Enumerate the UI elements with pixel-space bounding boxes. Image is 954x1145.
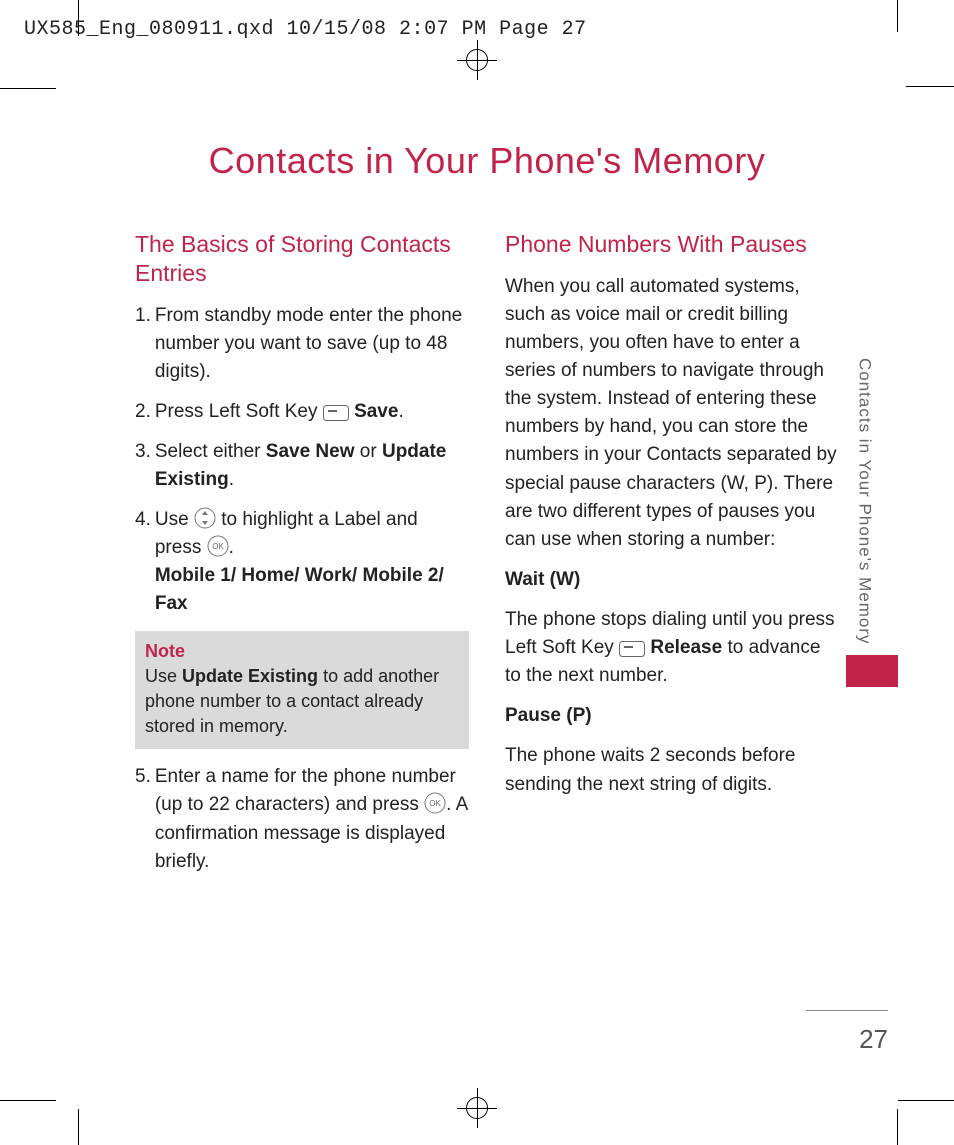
side-tab-bar bbox=[846, 655, 898, 687]
nav-key-icon bbox=[194, 507, 216, 529]
crop-mark bbox=[897, 1109, 898, 1145]
text: Enter a name for the phone number (up to… bbox=[155, 766, 456, 815]
step-number: 5. bbox=[135, 763, 151, 875]
text: Press Left Soft Key bbox=[155, 401, 323, 422]
step-number: 4. bbox=[135, 506, 151, 618]
step-text: Select either Save New or Update Existin… bbox=[155, 438, 469, 494]
svg-text:OK: OK bbox=[212, 542, 224, 551]
registration-mark-icon bbox=[457, 1088, 497, 1133]
bold-text: Update Existing bbox=[182, 666, 318, 686]
soft-key-icon bbox=[323, 405, 349, 421]
step-text: Use to highlight a Label and press OK . … bbox=[155, 506, 469, 618]
note-label: Note bbox=[145, 641, 185, 661]
text: . bbox=[229, 469, 234, 490]
step-text: From standby mode enter the phone number… bbox=[155, 302, 469, 386]
subheading-pause: Pause (P) bbox=[505, 705, 592, 726]
paragraph: The phone stops dialing until you press … bbox=[505, 606, 839, 690]
text: or bbox=[360, 441, 382, 462]
paragraph: The phone waits 2 seconds before sending… bbox=[505, 742, 839, 798]
step-number: 3. bbox=[135, 438, 151, 494]
ok-key-icon: OK bbox=[424, 792, 446, 814]
ok-key-icon: OK bbox=[207, 535, 229, 557]
crop-mark bbox=[906, 86, 954, 87]
bold-text: Release bbox=[650, 637, 722, 658]
crop-mark bbox=[898, 1100, 954, 1101]
svg-text:OK: OK bbox=[429, 799, 441, 808]
page-number-rule bbox=[806, 1010, 888, 1011]
subheading-wait: Wait (W) bbox=[505, 569, 580, 590]
text: . bbox=[398, 401, 403, 422]
text: Use bbox=[155, 509, 194, 530]
crop-mark bbox=[78, 1109, 79, 1145]
crop-mark bbox=[0, 88, 56, 89]
step-text: Press Left Soft Key Save. bbox=[155, 398, 469, 426]
section-heading-basics: The Basics of Storing Contacts Entries bbox=[135, 230, 469, 288]
text: Use bbox=[145, 666, 182, 686]
soft-key-icon bbox=[619, 641, 645, 657]
note-box: Note Use Update Existing to add another … bbox=[135, 631, 469, 750]
text: . bbox=[229, 537, 234, 558]
bold-text: Save New bbox=[266, 441, 355, 462]
crop-mark bbox=[897, 0, 898, 32]
step-number: 1. bbox=[135, 302, 151, 386]
crop-mark bbox=[0, 1100, 56, 1101]
paragraph: When you call automated systems, such as… bbox=[505, 273, 839, 554]
bold-text: Mobile 1/ Home/ Work/ Mobile 2/ Fax bbox=[155, 565, 444, 614]
crop-mark bbox=[78, 0, 79, 36]
text: Select either bbox=[155, 441, 266, 462]
bold-text: Save bbox=[354, 401, 398, 422]
registration-mark-icon bbox=[457, 40, 497, 85]
page-number: 27 bbox=[859, 1024, 888, 1055]
step-text: Enter a name for the phone number (up to… bbox=[155, 763, 469, 875]
step-number: 2. bbox=[135, 398, 151, 426]
section-heading-pauses: Phone Numbers With Pauses bbox=[505, 230, 839, 259]
page-title: Contacts in Your Phone's Memory bbox=[135, 140, 839, 182]
side-tab-label: Contacts in Your Phone's Memory bbox=[854, 358, 874, 645]
print-header: UX585_Eng_080911.qxd 10/15/08 2:07 PM Pa… bbox=[24, 18, 587, 41]
